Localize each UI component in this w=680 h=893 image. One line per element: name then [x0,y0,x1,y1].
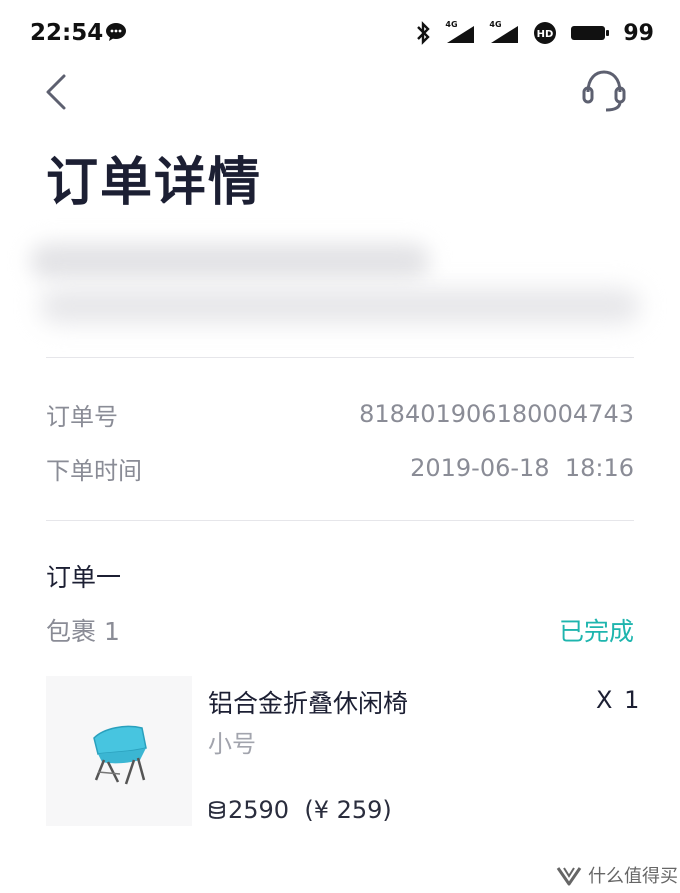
battery-icon [571,26,610,40]
watermark: 什么值得买 [556,862,678,888]
signal-icon-2: 4G [489,20,519,44]
product-quantity: X 1 [596,686,642,714]
page-title: 订单详情 [46,153,263,213]
product-variant: 小号 [208,730,256,758]
order-time-row: 下单时间 2019-06-18 18:16 [46,450,634,486]
product-price-text: 2590 (¥ 259) [228,796,392,824]
divider [46,357,634,358]
package-label: 包裹 1 [46,617,120,646]
watermark-text: 什么值得买 [588,866,678,887]
order-number-label: 订单号 [46,402,118,431]
order-number-value: 818401906180004743 [359,400,634,428]
order-time-label: 下单时间 [46,456,142,485]
battery-level: 99 [623,20,654,46]
product-name[interactable]: 铝合金折叠休闲椅 [208,684,408,720]
order-time-value: 2019-06-18 18:16 [410,454,634,482]
hd-voice-icon: HD [534,22,557,44]
folding-chair-image [93,725,147,785]
status-badge: 已完成 [558,617,634,646]
product-price: 2590 (¥ 259) [208,796,392,824]
signal-icon-1: 4G [445,20,475,44]
coin-icon [209,801,225,819]
order-section-title: 订单一 [46,563,122,592]
status-time: 22:54 [30,20,104,46]
status-bar: 22:54 4G 4G HD 99 [0,0,680,64]
product-thumbnail[interactable] [46,676,192,826]
headset-icon[interactable] [578,66,630,116]
back-button[interactable] [40,70,76,114]
order-number-row: 订单号 818401906180004743 [46,396,634,432]
bluetooth-icon [417,21,431,45]
package-header: 包裹 1 已完成 [46,612,634,648]
divider [46,520,634,521]
smzdm-logo-icon [556,867,582,886]
svg-text:HD: HD [537,29,554,40]
wechat-icon [106,23,126,41]
redacted-address [20,225,660,345]
